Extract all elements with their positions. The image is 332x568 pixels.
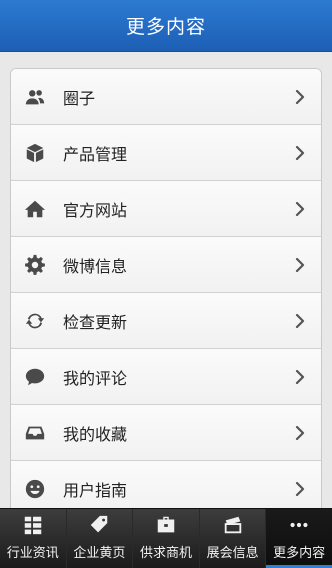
gear-icon bbox=[23, 253, 47, 277]
content-area[interactable]: 圈子 产品管理 官方网站 微博信息 检查更新 我的评论 我的收藏 用户指南 bbox=[0, 52, 332, 508]
menu-item-my-comments[interactable]: 我的评论 bbox=[11, 349, 321, 405]
chevron-right-icon bbox=[295, 257, 309, 272]
menu-item-product-management[interactable]: 产品管理 bbox=[11, 125, 321, 181]
comment-icon bbox=[23, 365, 47, 389]
tab-enterprise-directory[interactable]: 企业黄页 bbox=[67, 509, 134, 568]
tab-industry-news[interactable]: 行业资讯 bbox=[0, 509, 67, 568]
menu-list: 圈子 产品管理 官方网站 微博信息 检查更新 我的评论 我的收藏 用户指南 bbox=[10, 68, 322, 508]
tab-label: 更多内容 bbox=[273, 546, 326, 561]
cube-icon bbox=[23, 141, 47, 165]
menu-item-label: 微博信息 bbox=[63, 256, 128, 276]
page-title: 更多内容 bbox=[125, 16, 206, 38]
more-icon bbox=[286, 512, 312, 538]
tab-label: 企业黄页 bbox=[73, 546, 126, 561]
chevron-right-icon bbox=[295, 369, 309, 384]
menu-item-my-favorites[interactable]: 我的收藏 bbox=[11, 405, 321, 461]
inbox-icon bbox=[23, 421, 47, 445]
menu-item-label: 我的评论 bbox=[63, 368, 128, 388]
tag-icon bbox=[86, 512, 112, 538]
menu-item-user-guide[interactable]: 用户指南 bbox=[11, 461, 321, 508]
smiley-icon bbox=[23, 477, 47, 501]
home-icon bbox=[23, 197, 47, 221]
tab-more-content[interactable]: 更多内容 bbox=[266, 509, 332, 568]
menu-item-label: 检查更新 bbox=[63, 312, 128, 332]
chevron-right-icon bbox=[295, 89, 309, 104]
menu-item-label: 产品管理 bbox=[63, 144, 128, 164]
tab-supply-demand[interactable]: 供求商机 bbox=[133, 509, 200, 568]
refresh-icon bbox=[23, 309, 47, 333]
app-header: 更多内容 bbox=[0, 0, 332, 52]
briefcase-icon bbox=[153, 512, 179, 538]
menu-item-check-update[interactable]: 检查更新 bbox=[11, 293, 321, 349]
chevron-right-icon bbox=[295, 425, 309, 440]
chevron-right-icon bbox=[295, 482, 309, 496]
tab-exhibition-info[interactable]: 展会信息 bbox=[200, 509, 267, 568]
menu-item-official-website[interactable]: 官方网站 bbox=[11, 181, 321, 237]
list-icon bbox=[20, 512, 46, 538]
bottom-tab-bar: 行业资讯 企业黄页 供求商机 展会信息 更多内容 bbox=[0, 508, 332, 568]
chevron-right-icon bbox=[295, 313, 309, 328]
menu-item-label: 我的收藏 bbox=[63, 424, 128, 444]
tab-label: 行业资讯 bbox=[6, 546, 59, 561]
group-icon bbox=[23, 85, 47, 109]
menu-item-label: 圈子 bbox=[63, 88, 96, 108]
menu-item-weibo-info[interactable]: 微博信息 bbox=[11, 237, 321, 293]
menu-item-label: 官方网站 bbox=[63, 200, 128, 220]
chevron-right-icon bbox=[295, 145, 309, 160]
frame-icon bbox=[220, 512, 246, 538]
menu-item-label: 用户指南 bbox=[63, 481, 128, 500]
tab-label: 展会信息 bbox=[206, 546, 259, 561]
tab-label: 供求商机 bbox=[139, 546, 192, 561]
menu-item-circle[interactable]: 圈子 bbox=[11, 69, 321, 125]
chevron-right-icon bbox=[295, 201, 309, 216]
